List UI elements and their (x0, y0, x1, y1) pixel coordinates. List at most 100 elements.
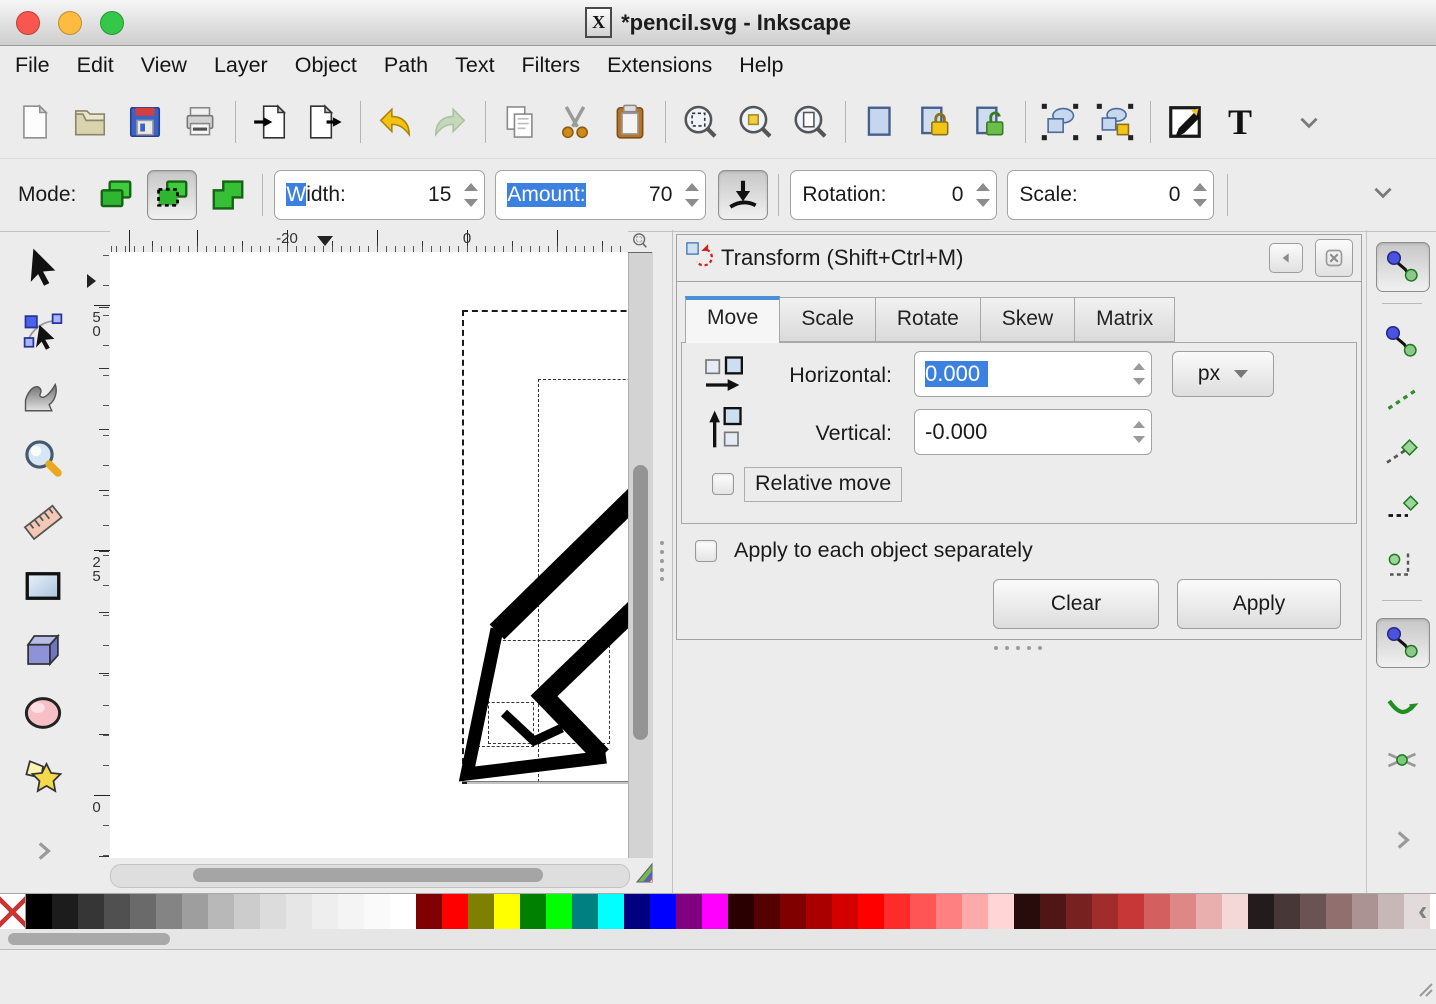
width-value[interactable]: 15 (346, 183, 459, 207)
toolbar-overflow-chevron-icon[interactable] (1286, 99, 1332, 145)
snap-enabled-toggle[interactable] (1376, 242, 1430, 292)
menu-layer[interactable]: Layer (214, 53, 268, 78)
width-spinbox[interactable]: Width: 15 (274, 170, 485, 220)
palette-swatch[interactable] (728, 894, 754, 930)
rotation-spin-arrows[interactable] (971, 183, 990, 207)
text-and-font-dialog-icon[interactable]: T (1217, 99, 1263, 145)
tab-move[interactable]: Move (685, 296, 780, 343)
palette-swatch[interactable] (988, 894, 1014, 930)
snap-bounding-box-toggle[interactable] (1376, 318, 1428, 366)
horizontal-entry[interactable]: 0.000 (914, 351, 1152, 397)
palette-swatch[interactable] (78, 894, 104, 930)
box-3d-tool[interactable] (19, 626, 67, 673)
palette-swatch[interactable] (858, 894, 884, 930)
palette-swatch[interactable] (208, 894, 234, 930)
open-document-icon[interactable] (67, 99, 113, 145)
palette-swatch[interactable] (910, 894, 936, 930)
zoom-drawing-icon[interactable] (732, 99, 778, 145)
apply-button[interactable]: Apply (1177, 579, 1341, 629)
palette-swatch[interactable] (598, 894, 624, 930)
palette-swatch[interactable] (1222, 894, 1248, 930)
panel-close-button[interactable] (1315, 239, 1353, 277)
palette-swatch[interactable] (468, 894, 494, 930)
palette-swatch[interactable] (572, 894, 598, 930)
use-pressure-toggle[interactable] (718, 170, 768, 220)
amount-spinbox[interactable]: Amount: 70 (495, 170, 706, 220)
horizontal-ruler[interactable]: -40 -20 0 (110, 230, 628, 253)
snap-bbox-edges-toggle[interactable] (1376, 374, 1428, 422)
palette-swatch[interactable] (416, 894, 442, 930)
save-document-icon[interactable] (122, 99, 168, 145)
tweak-mode-jitter-button[interactable] (204, 171, 252, 219)
palette-swatch[interactable] (130, 894, 156, 930)
fill-stroke-dialog-icon[interactable] (1162, 99, 1208, 145)
palette-swatch[interactable] (182, 894, 208, 930)
horizontal-value[interactable]: 0.000 (925, 361, 988, 387)
palette-swatch-none[interactable] (0, 894, 26, 930)
palette-swatch[interactable] (260, 894, 286, 930)
palette-swatch[interactable] (806, 894, 832, 930)
color-managed-view-icon[interactable] (632, 860, 656, 886)
palette-swatch[interactable] (1326, 894, 1352, 930)
snap-paths-toggle[interactable] (1376, 686, 1428, 734)
options-overflow-chevron-icon[interactable] (1370, 179, 1396, 211)
zoom-corner-icon[interactable] (628, 230, 652, 253)
apply-each-checkbox[interactable] (695, 540, 717, 562)
palette-scroll-left-icon[interactable]: ‹ (1418, 895, 1427, 927)
tab-scale[interactable]: Scale (780, 297, 876, 342)
unit-dropdown[interactable]: px (1172, 351, 1274, 397)
tab-skew[interactable]: Skew (981, 297, 1075, 342)
palette-swatch[interactable] (1378, 894, 1404, 930)
panel-iconify-button[interactable] (1269, 243, 1303, 273)
amount-value[interactable]: 70 (586, 183, 681, 207)
palette-swatch[interactable] (1144, 894, 1170, 930)
amount-spin-arrows[interactable] (680, 183, 699, 207)
palette-swatch[interactable] (1170, 894, 1196, 930)
panel-splitter-handle[interactable] (660, 541, 664, 581)
menu-file[interactable]: File (15, 53, 50, 78)
group-objects-icon[interactable] (1037, 99, 1083, 145)
tweak-mode-move-button[interactable] (92, 171, 140, 219)
vertical-spin-arrows[interactable] (1128, 421, 1145, 443)
palette-swatch[interactable] (312, 894, 338, 930)
menu-edit[interactable]: Edit (77, 53, 114, 78)
panel-resize-grip[interactable] (994, 646, 1042, 650)
snapbar-expand-icon[interactable] (1376, 816, 1428, 864)
menu-text[interactable]: Text (455, 53, 494, 78)
canvas[interactable] (110, 252, 628, 858)
palette-swatch[interactable] (390, 894, 416, 930)
palette-swatch[interactable] (1248, 894, 1274, 930)
tab-matrix[interactable]: Matrix (1075, 297, 1175, 342)
close-window-button[interactable] (16, 11, 40, 35)
tab-rotate[interactable]: Rotate (876, 297, 981, 342)
menu-path[interactable]: Path (384, 53, 428, 78)
palette-swatch[interactable] (1274, 894, 1300, 930)
palette-swatch[interactable] (234, 894, 260, 930)
export-icon[interactable] (302, 99, 348, 145)
menu-filters[interactable]: Filters (522, 53, 581, 78)
vertical-scrollbar[interactable] (628, 252, 653, 858)
zoom-page-icon[interactable] (787, 99, 833, 145)
palette-swatch[interactable] (104, 894, 130, 930)
tweak-tool[interactable] (19, 371, 67, 418)
redo-icon[interactable] (427, 99, 473, 145)
clear-button[interactable]: Clear (993, 579, 1159, 629)
menu-view[interactable]: View (141, 53, 187, 78)
snap-bbox-centers-toggle[interactable] (1376, 540, 1428, 588)
palette-swatch[interactable] (494, 894, 520, 930)
horizontal-scrollbar[interactable] (110, 864, 630, 888)
palette-swatch[interactable] (1066, 894, 1092, 930)
palette-swatch[interactable] (286, 894, 312, 930)
relative-move-checkbox[interactable] (712, 473, 734, 495)
scale-spinbox[interactable]: Scale: 0 (1007, 170, 1214, 220)
palette-swatch[interactable] (1352, 894, 1378, 930)
scale-value[interactable]: 0 (1078, 183, 1189, 207)
palette-swatch[interactable] (780, 894, 806, 930)
node-editor-tool[interactable] (19, 308, 67, 355)
horizontal-spin-arrows[interactable] (1128, 363, 1145, 385)
cut-icon[interactable] (552, 99, 598, 145)
vertical-ruler[interactable]: 50 25 0 (86, 252, 111, 858)
vertical-value[interactable]: -0.000 (925, 419, 1128, 445)
palette-swatch[interactable] (650, 894, 676, 930)
rectangle-tool[interactable] (19, 563, 67, 610)
